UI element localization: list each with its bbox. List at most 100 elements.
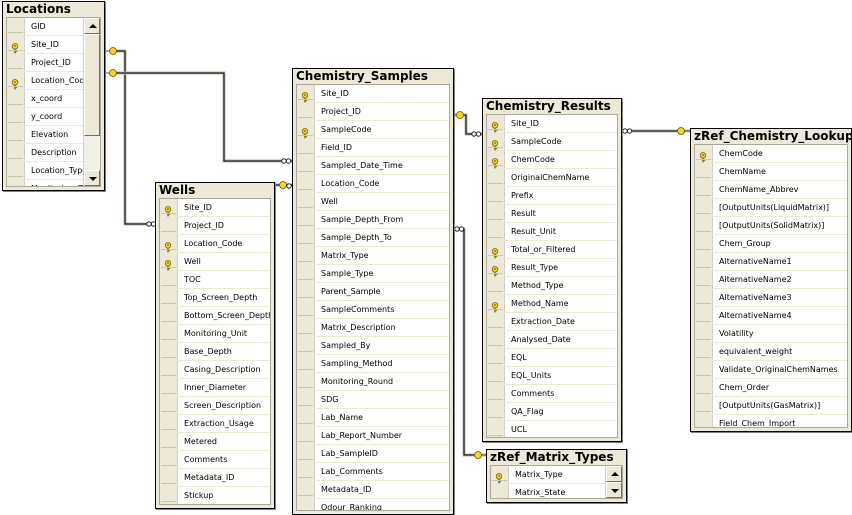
field-row[interactable]: ChemName_Abbrev <box>695 181 847 199</box>
field-row[interactable]: Volatility <box>695 325 847 343</box>
row-selector[interactable] <box>487 151 505 169</box>
row-selector[interactable] <box>160 361 178 378</box>
row-selector[interactable] <box>160 433 178 450</box>
field-row[interactable]: Site_ID <box>487 115 617 133</box>
field-row[interactable]: AlternativeName3 <box>695 289 847 307</box>
row-selector[interactable] <box>7 180 25 186</box>
table-title[interactable]: zRef_Chemistry_Lookup <box>691 129 851 144</box>
table-chemistry-results[interactable]: Chemistry_Results Site_ID SampleCode ChemC… <box>482 98 622 442</box>
row-selector[interactable] <box>487 169 505 186</box>
field-row[interactable]: Field_Chem_Import <box>695 415 847 427</box>
field-row[interactable]: Lab_Name <box>297 409 449 427</box>
field-row[interactable]: Screen_Description <box>160 397 270 415</box>
table-zref-chemistry-lookup[interactable]: zRef_Chemistry_Lookup ChemCode ChemName Ch… <box>690 128 852 432</box>
field-row[interactable]: Method_Type <box>487 277 617 295</box>
row-selector[interactable] <box>160 397 178 414</box>
field-row[interactable]: SampleComments <box>297 301 449 319</box>
row-selector[interactable] <box>487 205 505 222</box>
field-row[interactable]: Sampled_Date_Time <box>297 157 449 175</box>
field-row[interactable]: AlternativeName4 <box>695 307 847 325</box>
field-row[interactable]: Validate_OriginalChemNames <box>695 361 847 379</box>
row-selector[interactable] <box>160 343 178 360</box>
row-selector[interactable] <box>297 211 315 228</box>
table-title[interactable]: Chemistry_Samples <box>293 69 453 84</box>
field-row[interactable]: Metadata_ID <box>160 469 270 487</box>
row-selector[interactable] <box>160 487 178 504</box>
scroll-up-button[interactable] <box>606 466 622 482</box>
table-title[interactable]: zRef_Matrix_Types <box>487 450 626 465</box>
vertical-scrollbar[interactable] <box>605 466 622 498</box>
table-zref-matrix-types[interactable]: zRef_Matrix_Types Matrix_Type Matrix_Stat… <box>486 449 627 503</box>
row-selector[interactable] <box>297 355 315 372</box>
scroll-down-button[interactable] <box>606 482 622 498</box>
field-row[interactable]: Project_ID <box>160 217 270 235</box>
field-row[interactable]: Parent_Sample <box>297 283 449 301</box>
table-title[interactable]: Locations <box>3 2 104 17</box>
row-selector[interactable] <box>695 343 713 360</box>
row-selector[interactable] <box>160 199 178 217</box>
field-row[interactable]: Inner_Diameter <box>160 379 270 397</box>
row-selector[interactable] <box>297 391 315 408</box>
table-title[interactable]: Wells <box>156 183 274 198</box>
field-row[interactable]: ChemCode <box>695 145 847 163</box>
relationship-chemistry-lookup-chemistry-results[interactable] <box>621 127 690 135</box>
row-selector[interactable] <box>487 295 505 313</box>
row-selector[interactable] <box>297 283 315 300</box>
field-row[interactable]: Bottom_Screen_Depth <box>160 307 270 325</box>
row-selector[interactable] <box>7 144 25 161</box>
row-selector[interactable] <box>487 349 505 366</box>
field-row[interactable]: Matrix_Type <box>491 466 622 484</box>
field-row[interactable]: ChemName <box>695 163 847 181</box>
row-selector[interactable] <box>7 54 25 71</box>
field-row[interactable]: Metered <box>160 433 270 451</box>
row-selector[interactable] <box>487 277 505 294</box>
field-row[interactable]: [OutputUnits(LiquidMatrix)] <box>695 199 847 217</box>
row-selector[interactable] <box>160 469 178 486</box>
field-row[interactable]: OriginalChemName <box>487 169 617 187</box>
field-row[interactable]: Casing_Description <box>160 361 270 379</box>
row-selector[interactable] <box>487 133 505 151</box>
row-selector[interactable] <box>695 217 713 234</box>
field-row[interactable]: Lab_SampleID <box>297 445 449 463</box>
row-selector[interactable] <box>297 337 315 354</box>
table-locations[interactable]: Locations GID Site_ID Project_ID Location_C… <box>2 1 105 191</box>
field-row[interactable]: UCL <box>487 421 617 437</box>
row-selector[interactable] <box>297 301 315 318</box>
field-row[interactable]: Matrix_State <box>491 484 622 498</box>
field-row[interactable]: Field_ID <box>297 139 449 157</box>
field-row[interactable]: equivalent_weight <box>695 343 847 361</box>
field-row[interactable]: Matrix_Type <box>297 247 449 265</box>
field-row[interactable]: Comments <box>160 451 270 469</box>
row-selector[interactable] <box>297 175 315 192</box>
row-selector[interactable] <box>7 162 25 179</box>
row-selector[interactable] <box>160 271 178 288</box>
row-selector[interactable] <box>160 451 178 468</box>
row-selector[interactable] <box>487 241 505 259</box>
field-row[interactable]: Method_Name <box>487 295 617 313</box>
field-row[interactable]: Project_ID <box>297 103 449 121</box>
table-wells[interactable]: Wells Site_ID Project_ID Location_Code Well… <box>155 182 275 509</box>
row-selector[interactable] <box>487 385 505 402</box>
field-row[interactable]: EQL <box>487 349 617 367</box>
field-row[interactable]: Chem_Order <box>695 379 847 397</box>
row-selector[interactable] <box>695 199 713 216</box>
scroll-down-button[interactable] <box>84 170 100 186</box>
row-selector[interactable] <box>297 427 315 444</box>
field-row[interactable]: Sample_Depth_To <box>297 229 449 247</box>
row-selector[interactable] <box>160 289 178 306</box>
field-row[interactable]: Well <box>160 253 270 271</box>
row-selector[interactable] <box>160 325 178 342</box>
row-selector[interactable] <box>7 126 25 143</box>
field-row[interactable]: Sampled_By <box>297 337 449 355</box>
relationship-wells-chemistry-samples[interactable] <box>274 181 294 189</box>
field-row[interactable]: Lab_Report_Number <box>297 427 449 445</box>
field-row[interactable]: Extraction_Usage <box>160 415 270 433</box>
field-row[interactable]: Monitoring_Unit <box>160 325 270 343</box>
row-selector[interactable] <box>7 72 25 90</box>
field-row[interactable]: Location_Code <box>297 175 449 193</box>
row-selector[interactable] <box>7 90 25 107</box>
row-selector[interactable] <box>695 181 713 198</box>
row-selector[interactable] <box>297 409 315 426</box>
row-selector[interactable] <box>160 415 178 432</box>
field-row[interactable]: Odour_Ranking <box>297 499 449 510</box>
